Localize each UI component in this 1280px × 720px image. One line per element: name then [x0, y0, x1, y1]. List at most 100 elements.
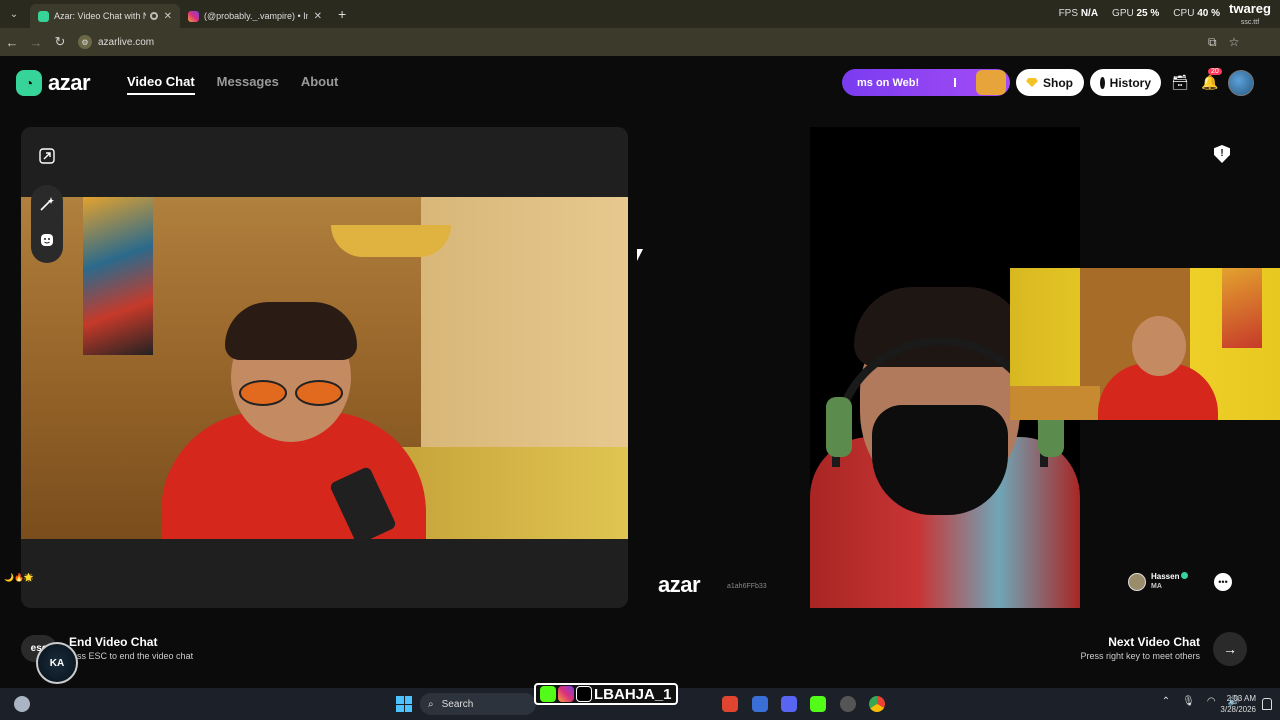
azar-favicon-icon	[38, 10, 49, 22]
address-bar[interactable]: ⚙ azarlive.com	[78, 31, 1208, 53]
nav-video-chat[interactable]: Video Chat	[127, 74, 195, 95]
feed-painting	[83, 197, 153, 355]
azar-watermark: azar	[658, 572, 701, 597]
nav-about[interactable]: About	[301, 74, 339, 95]
notification-bell-icon[interactable]: 🔔	[1201, 74, 1218, 91]
notification-badge: 20	[1208, 68, 1222, 75]
microphone-icon[interactable]: 🎙	[1182, 696, 1195, 707]
install-app-icon[interactable]: ⧉	[1208, 35, 1217, 50]
partner-headset-left	[826, 397, 852, 457]
azar-logo-icon: ◔	[16, 70, 42, 96]
nav-messages[interactable]: Messages	[217, 74, 279, 95]
partner-profile[interactable]: Hassen MA	[1128, 572, 1189, 592]
streamer-brand-overlay: twareg ssc.ttf	[1229, 1, 1271, 27]
taskbar-clock[interactable]: 2:03 AM 3/28/2026	[1220, 693, 1256, 715]
cpu-readout: CPU 40 %	[1173, 8, 1220, 19]
streamer-handle: LBAHJA_1	[594, 685, 672, 703]
notification-center-icon[interactable]	[1262, 698, 1272, 710]
azar-page: ◔ azar Video Chat Messages About ms on W…	[0, 56, 1280, 688]
partner-name: Hassen	[1151, 572, 1180, 581]
obs-icon[interactable]	[840, 696, 856, 712]
taskbar-search[interactable]: ⌕ Search	[420, 693, 536, 715]
clock-icon	[1100, 76, 1105, 89]
partner-country: MA	[1151, 583, 1162, 590]
feed-lamp	[331, 225, 451, 257]
chrome-icon[interactable]	[869, 696, 885, 712]
my-camera-feed	[21, 197, 628, 539]
feed-person	[161, 302, 426, 539]
instagram-favicon-icon	[188, 10, 199, 22]
gpu-readout: GPU 25 %	[1112, 8, 1160, 19]
main-nav: Video Chat Messages About	[127, 74, 338, 95]
mouse-cursor-icon	[637, 249, 643, 261]
clock-date: 3/28/2026	[1220, 705, 1256, 714]
treasure-chest-icon	[976, 70, 1006, 95]
browser-toolbar: ← → ↻ ⚙ azarlive.com ⧉ ☆	[0, 28, 1280, 56]
my-video-panel	[21, 127, 628, 608]
performance-overlay: FPS N/A GPU 25 % CPU 40 %	[1059, 8, 1220, 19]
widgets-icon[interactable]	[14, 696, 30, 712]
tab-title: (@probably._.vampire) • Instag	[204, 11, 308, 21]
feed-glasses	[239, 380, 343, 406]
recording-icon	[149, 12, 158, 20]
shop-button[interactable]: Shop	[1016, 69, 1084, 96]
gem-icon	[1026, 78, 1038, 87]
report-shield-icon[interactable]: !	[1214, 145, 1230, 163]
next-arrow-button[interactable]: →	[1213, 632, 1247, 666]
promo-divider	[954, 78, 956, 87]
remote-desktop-icon[interactable]	[752, 696, 768, 712]
partner-name-block: Hassen MA	[1151, 572, 1189, 592]
forward-icon[interactable]: →	[24, 35, 48, 50]
end-video-chat-hint: ress ESC to end the video chat	[69, 651, 194, 661]
tiktok-logo-icon	[576, 686, 592, 702]
back-icon[interactable]: ←	[0, 35, 24, 50]
site-info-icon[interactable]: ⚙	[78, 35, 92, 49]
history-label: History	[1109, 75, 1151, 90]
end-video-chat-title[interactable]: End Video Chat	[69, 635, 157, 649]
promo-text: ms on Web!	[857, 76, 920, 89]
azar-logo[interactable]: ◔ azar	[16, 70, 91, 96]
tab-instagram[interactable]: (@probably._.vampire) • Instag ✕	[180, 4, 330, 28]
expand-icon[interactable]	[32, 141, 62, 171]
clock-time: 2:03 AM	[1226, 694, 1256, 703]
chevron-up-icon[interactable]: ⌃	[1162, 696, 1170, 707]
partner-avatar	[1128, 573, 1146, 591]
close-tab-icon[interactable]: ✕	[164, 11, 172, 22]
next-video-chat-title[interactable]: Next Video Chat	[1108, 635, 1200, 649]
pip-painting	[1222, 268, 1262, 348]
history-button[interactable]: History	[1090, 69, 1161, 96]
chat-bubble-icon[interactable]: •••	[1214, 573, 1232, 591]
discord-icon[interactable]	[781, 696, 797, 712]
search-icon: ⌕	[428, 698, 434, 710]
search-label: Search	[441, 698, 474, 710]
self-preview-pip[interactable]	[1010, 268, 1280, 420]
kick-icon[interactable]	[810, 696, 826, 712]
windows-start-icon[interactable]	[396, 696, 412, 712]
wifi-icon[interactable]: ◠	[1207, 696, 1216, 707]
partner-info-bar: azar a1ah6FFb33 Hassen MA •••	[647, 566, 1245, 608]
feed-table	[401, 447, 628, 539]
tab-azar[interactable]: Azar: Video Chat with New ✕	[30, 4, 180, 28]
profile-avatar[interactable]	[1228, 70, 1254, 96]
streamer-logo-badge: KA	[36, 642, 78, 684]
feed-hair	[225, 302, 357, 360]
reload-icon[interactable]: ↻	[48, 34, 72, 50]
streamer-handle-overlay: LBAHJA_1	[534, 683, 678, 705]
partner-mask	[872, 405, 1008, 515]
face-effect-icon[interactable]	[32, 225, 62, 255]
bookmark-star-icon[interactable]: ☆	[1229, 35, 1240, 50]
close-tab-icon[interactable]: ✕	[314, 11, 322, 22]
kick-logo-icon	[540, 686, 556, 702]
inbox-icon[interactable]: 🗃	[1171, 74, 1189, 91]
promo-banner[interactable]: ms on Web!	[842, 69, 1010, 96]
brave-icon[interactable]	[722, 696, 738, 712]
pip-table	[1010, 386, 1100, 420]
magic-wand-icon[interactable]	[32, 189, 62, 219]
new-tab-button[interactable]: +	[338, 6, 346, 22]
tab-search-icon[interactable]: ⌄	[4, 4, 24, 24]
verified-icon	[1181, 572, 1189, 579]
pip-head	[1132, 316, 1186, 376]
instagram-logo-icon	[558, 686, 574, 702]
next-video-chat-hint: Press right key to meet others	[1080, 651, 1200, 661]
shop-label: Shop	[1043, 75, 1073, 90]
